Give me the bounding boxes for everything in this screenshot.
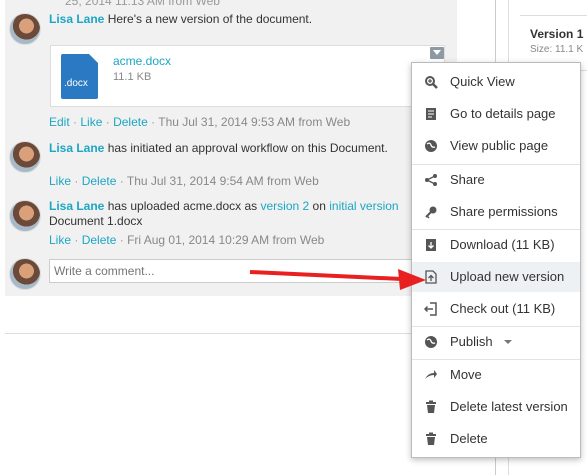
avatar xyxy=(9,258,41,290)
source: from Web xyxy=(298,115,351,129)
menu-item-label: Move xyxy=(450,367,482,382)
menu-item-details-page[interactable]: Go to details page xyxy=(412,99,580,129)
version-link[interactable]: version 2 xyxy=(260,199,309,213)
menu-item-label: Check out (11 KB) xyxy=(450,301,556,316)
author-link[interactable]: Lisa Lane xyxy=(49,141,104,155)
post-header: Lisa Lane Here's a new version of the do… xyxy=(49,12,312,26)
file-actions-dropdown: Quick View Go to details page View publi… xyxy=(411,62,581,458)
post-header: Lisa Lane has initiated an approval work… xyxy=(49,141,388,155)
zoom-icon xyxy=(424,75,438,89)
separator: · xyxy=(74,233,79,247)
globe-icon xyxy=(424,335,438,349)
avatar[interactable] xyxy=(9,141,41,173)
caret-down-icon xyxy=(504,340,512,344)
menu-item-label: Delete xyxy=(450,431,488,446)
file-actions-menu-toggle[interactable] xyxy=(430,47,444,59)
share-icon xyxy=(424,173,438,187)
post-text-line2: Document 1.docx xyxy=(49,214,143,228)
like-link[interactable]: Like xyxy=(49,174,71,188)
post-text: on xyxy=(312,199,326,213)
avatar[interactable] xyxy=(9,200,41,232)
key-icon xyxy=(424,205,438,219)
delete-link[interactable]: Delete xyxy=(82,233,117,247)
menu-item-share[interactable]: Share xyxy=(412,165,580,195)
timestamp: Thu Jul 31, 2014 9:54 AM xyxy=(126,174,264,188)
menu-item-label: Publish xyxy=(450,334,493,349)
clipped-timestamp: 25, 2014 11:13 AM from Web xyxy=(65,0,220,8)
separator: · xyxy=(73,115,78,129)
post-text: has uploaded acme.docx as xyxy=(107,199,258,213)
menu-item-label: Go to details page xyxy=(450,106,556,121)
menu-item-move[interactable]: Move xyxy=(412,360,580,390)
separator: · xyxy=(119,233,124,247)
post-header: Lisa Lane has uploaded acme.docx as vers… xyxy=(49,199,399,213)
menu-item-label: Upload new version xyxy=(450,269,565,284)
trash-icon xyxy=(424,432,438,446)
author-link[interactable]: Lisa Lane xyxy=(49,12,104,26)
docx-file-icon[interactable]: .docx xyxy=(61,54,98,99)
edit-link[interactable]: Edit xyxy=(49,115,70,129)
document-icon xyxy=(424,107,438,121)
menu-item-public-page[interactable]: View public page xyxy=(412,131,580,161)
menu-item-check-out[interactable]: Check out (11 KB) xyxy=(412,294,580,324)
separator: · xyxy=(119,174,124,188)
like-link[interactable]: Like xyxy=(49,233,71,247)
menu-item-label: Quick View xyxy=(450,74,515,89)
file-size: 11.1 KB xyxy=(113,71,152,83)
move-arrow-icon xyxy=(424,368,438,382)
panel-divider xyxy=(520,15,587,16)
menu-item-quick-view[interactable]: Quick View xyxy=(412,67,580,97)
activity-stream: 25, 2014 11:13 AM from Web Lisa Lane Her… xyxy=(5,0,457,296)
author-link[interactable]: Lisa Lane xyxy=(49,199,104,213)
checkout-icon xyxy=(423,302,438,316)
menu-item-label: View public page xyxy=(450,138,549,153)
like-link[interactable]: Like xyxy=(80,115,102,129)
menu-item-delete[interactable]: Delete xyxy=(412,424,580,454)
separator: · xyxy=(151,115,156,129)
initial-version-link[interactable]: initial version xyxy=(329,199,398,213)
menu-item-upload-new-version[interactable]: Upload new version xyxy=(412,262,580,292)
menu-item-label: Share permissions xyxy=(450,204,558,219)
trash-icon xyxy=(424,400,438,414)
post-text: Here's a new version of the document. xyxy=(107,12,313,26)
file-name-link[interactable]: acme.docx xyxy=(113,54,171,68)
delete-link[interactable]: Delete xyxy=(82,174,117,188)
red-annotation-arrow xyxy=(249,269,426,290)
delete-link[interactable]: Delete xyxy=(113,115,148,129)
post-actions: Like · Delete · Thu Jul 31, 2014 9:54 AM… xyxy=(49,174,319,188)
timestamp: Thu Jul 31, 2014 9:53 AM xyxy=(158,115,295,129)
download-icon xyxy=(424,238,438,252)
menu-item-label: Delete latest version xyxy=(450,399,568,414)
post-actions: Edit · Like · Delete · Thu Jul 31, 2014 … xyxy=(49,115,350,129)
source: from Web xyxy=(266,174,319,188)
globe-icon xyxy=(424,139,438,153)
menu-item-share-permissions[interactable]: Share permissions xyxy=(412,197,580,227)
source: from Web xyxy=(272,233,325,247)
separator: · xyxy=(74,174,79,188)
menu-item-delete-latest-version[interactable]: Delete latest version xyxy=(412,392,580,422)
menu-item-publish[interactable]: Publish xyxy=(412,327,580,357)
timestamp: Fri Aug 01, 2014 10:29 AM xyxy=(127,233,270,247)
menu-item-label: Download (11 KB) xyxy=(450,237,555,252)
post-text: has initiated an approval workflow on th… xyxy=(107,141,388,155)
file-extension: .docx xyxy=(64,78,88,89)
version-title: Version 1 xyxy=(530,27,584,41)
version-size: Size: 11.1 K xyxy=(530,44,584,55)
avatar[interactable] xyxy=(9,13,41,45)
attached-document-card[interactable]: .docx acme.docx 11.1 KB xyxy=(50,45,445,107)
separator: · xyxy=(105,115,110,129)
menu-item-download[interactable]: Download (11 KB) xyxy=(412,230,580,260)
menu-item-label: Share xyxy=(450,172,485,187)
document-activity-screen: 25, 2014 11:13 AM from Web Lisa Lane Her… xyxy=(0,0,587,475)
post-actions: Like · Delete · Fri Aug 01, 2014 10:29 A… xyxy=(49,233,324,247)
